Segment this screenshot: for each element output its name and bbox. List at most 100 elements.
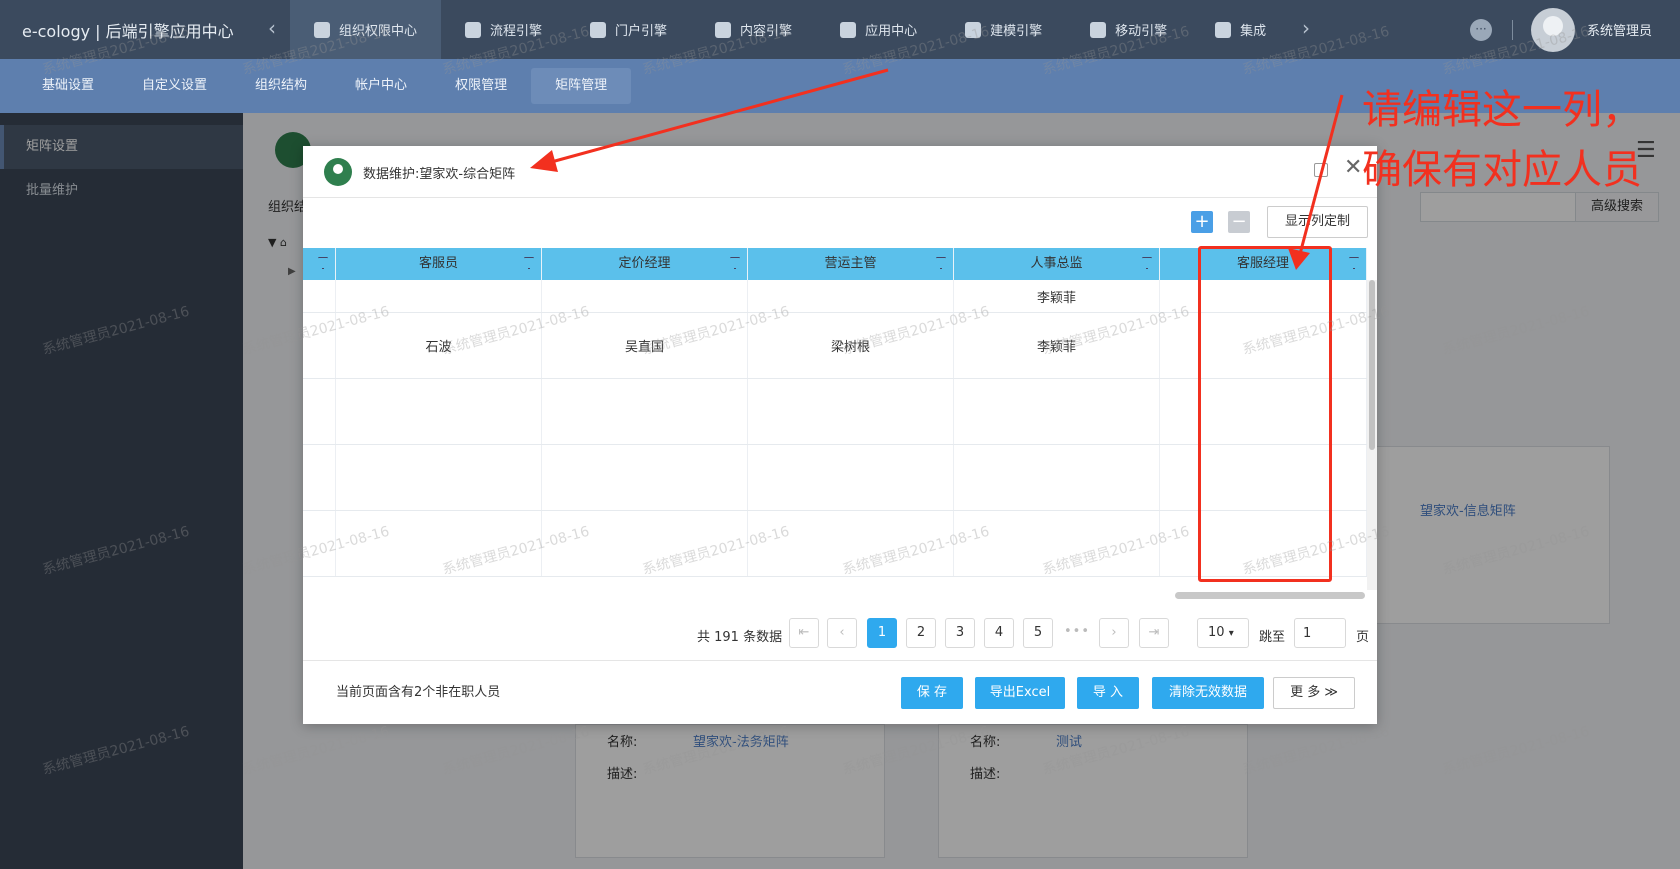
topnav-item[interactable]: 门户引擎 bbox=[566, 0, 691, 59]
scroll-thumb[interactable] bbox=[1369, 280, 1375, 450]
table-cell[interactable] bbox=[748, 445, 954, 510]
topnav-item-label: 移动引擎 bbox=[1115, 24, 1168, 39]
table-cell[interactable] bbox=[303, 511, 336, 576]
filter-icon[interactable] bbox=[936, 257, 946, 269]
table-cell[interactable] bbox=[336, 445, 542, 510]
delete-row-button[interactable]: − bbox=[1228, 211, 1250, 233]
topnav-item[interactable]: 应用中心 bbox=[816, 0, 941, 59]
cube-icon bbox=[965, 21, 982, 38]
portal-icon bbox=[590, 21, 607, 38]
column-header-label: 人事总监 bbox=[1030, 256, 1083, 271]
subnav-tab[interactable]: 帐户中心 bbox=[331, 68, 431, 104]
prev-page-button[interactable]: ‹ bbox=[827, 618, 857, 648]
annotation-text: 请编辑这一列，确保有对应人员 bbox=[1362, 87, 1642, 193]
table-cell[interactable] bbox=[954, 445, 1160, 510]
add-row-button[interactable]: + bbox=[1191, 211, 1213, 233]
page-button[interactable]: 5 bbox=[1023, 618, 1053, 648]
filter-icon[interactable] bbox=[318, 257, 328, 269]
table-cell[interactable] bbox=[748, 280, 954, 312]
dialog-title: 数据维护:望家欢-综合矩阵 bbox=[363, 167, 516, 182]
save-button[interactable]: 保 存 bbox=[901, 677, 963, 709]
topnav-item[interactable]: 流程引擎 bbox=[441, 0, 566, 59]
last-page-button[interactable]: ⇥ bbox=[1139, 618, 1169, 648]
table-cell[interactable]: 李颖菲 bbox=[954, 280, 1160, 312]
column-header-label: 客服员 bbox=[418, 256, 458, 271]
first-page-button[interactable]: ⇤ bbox=[789, 618, 819, 648]
page-button[interactable]: 4 bbox=[984, 618, 1014, 648]
topnav-item[interactable]: 建模引擎 bbox=[941, 0, 1066, 59]
clear-invalid-data-button[interactable]: 清除无效数据 bbox=[1152, 677, 1264, 709]
topnav-item-label: 内容引擎 bbox=[740, 24, 793, 39]
page-size-select[interactable]: 10 ▾ bbox=[1197, 618, 1249, 648]
column-header[interactable]: 人事总监 bbox=[954, 248, 1160, 280]
table-cell[interactable] bbox=[303, 280, 336, 312]
nav-next-arrow-icon[interactable]: › bbox=[1302, 16, 1310, 40]
chevron-down-icon: ▾ bbox=[1228, 628, 1234, 639]
scroll-thumb[interactable] bbox=[1175, 592, 1365, 599]
dialog-header: 数据维护:望家欢-综合矩阵 ✕ bbox=[303, 146, 1377, 198]
topnav-item-label: 组织权限中心 bbox=[339, 24, 418, 39]
document-icon bbox=[715, 21, 732, 38]
column-header[interactable] bbox=[303, 248, 336, 280]
close-icon[interactable]: ✕ bbox=[1344, 157, 1362, 179]
table-cell[interactable] bbox=[954, 379, 1160, 444]
page-ellipsis[interactable]: ••• bbox=[1064, 624, 1090, 639]
table-cell[interactable] bbox=[303, 445, 336, 510]
filter-icon[interactable] bbox=[1349, 257, 1359, 269]
export-excel-button[interactable]: 导出Excel bbox=[975, 677, 1065, 709]
column-header[interactable]: 客服员 bbox=[336, 248, 542, 280]
topnav-item[interactable]: 集成 bbox=[1191, 0, 1272, 59]
table-cell[interactable] bbox=[748, 511, 954, 576]
minimize-icon[interactable] bbox=[1314, 163, 1328, 177]
pagination: 共 191 条数据 ⇤ ‹ 12345 ••• › ⇥ 10 ▾ 跳至 页 bbox=[303, 618, 1377, 650]
filter-icon[interactable] bbox=[524, 257, 534, 269]
table-cell[interactable]: 吴直国 bbox=[542, 313, 748, 378]
filter-icon[interactable] bbox=[1142, 257, 1152, 269]
subnav-tab[interactable]: 自定义设置 bbox=[118, 68, 231, 104]
table-cell[interactable] bbox=[748, 379, 954, 444]
next-page-button[interactable]: › bbox=[1099, 618, 1129, 648]
column-settings-button[interactable]: 显示列定制 bbox=[1267, 206, 1368, 238]
topnav-item[interactable]: 组织权限中心 bbox=[290, 0, 442, 59]
table-cell[interactable] bbox=[954, 511, 1160, 576]
top-nav: 组织权限中心 流程引擎 门户引擎 内容引擎 应用中心 建模引擎 移动引擎 集成 bbox=[290, 0, 1272, 59]
table-cell[interactable] bbox=[542, 511, 748, 576]
import-button[interactable]: 导 入 bbox=[1077, 677, 1139, 709]
total-count: 共 191 条数据 bbox=[697, 630, 783, 645]
horizontal-scrollbar[interactable] bbox=[303, 590, 1367, 600]
jump-page-input[interactable] bbox=[1294, 618, 1346, 648]
page-button[interactable]: 2 bbox=[906, 618, 936, 648]
table-cell[interactable] bbox=[542, 379, 748, 444]
table-cell[interactable] bbox=[542, 445, 748, 510]
table-cell[interactable] bbox=[336, 280, 542, 312]
topnav-item-label: 集成 bbox=[1240, 24, 1267, 39]
table-cell[interactable]: 石波 bbox=[336, 313, 542, 378]
table-cell[interactable] bbox=[542, 280, 748, 312]
username[interactable]: 系统管理员 bbox=[1587, 20, 1652, 39]
more-dots-icon[interactable]: ··· bbox=[1469, 18, 1492, 41]
avatar[interactable] bbox=[1530, 7, 1575, 52]
top-bar: e-cology | 后端引擎应用中心 ‹ 组织权限中心 流程引擎 门户引擎 内容引擎… bbox=[0, 0, 1680, 59]
column-header[interactable]: 定价经理 bbox=[542, 248, 748, 280]
topnav-item[interactable]: 移动引擎 bbox=[1066, 0, 1191, 59]
table-cell[interactable] bbox=[336, 379, 542, 444]
table-cell[interactable] bbox=[303, 313, 336, 378]
filter-icon[interactable] bbox=[730, 257, 740, 269]
subnav-tab[interactable]: 矩阵管理 bbox=[531, 68, 632, 104]
page-size-value: 10 bbox=[1208, 625, 1225, 640]
shield-icon bbox=[314, 21, 330, 38]
subnav-tab[interactable]: 基础设置 bbox=[18, 68, 118, 104]
nav-prev-arrow-icon[interactable]: ‹ bbox=[268, 16, 276, 40]
table-cell[interactable]: 梁树根 bbox=[748, 313, 954, 378]
vertical-scrollbar[interactable] bbox=[1367, 280, 1377, 590]
subnav-tab[interactable]: 组织结构 bbox=[231, 68, 331, 104]
table-cell[interactable] bbox=[336, 511, 542, 576]
page-button[interactable]: 3 bbox=[945, 618, 975, 648]
more-button[interactable]: 更 多 ≫ bbox=[1273, 677, 1355, 709]
page-button[interactable]: 1 bbox=[867, 618, 897, 648]
subnav-tab[interactable]: 权限管理 bbox=[431, 68, 531, 104]
table-cell[interactable] bbox=[303, 379, 336, 444]
topnav-item[interactable]: 内容引擎 bbox=[691, 0, 816, 59]
column-header[interactable]: 营运主管 bbox=[748, 248, 954, 280]
table-cell[interactable]: 李颖菲 bbox=[954, 313, 1160, 378]
